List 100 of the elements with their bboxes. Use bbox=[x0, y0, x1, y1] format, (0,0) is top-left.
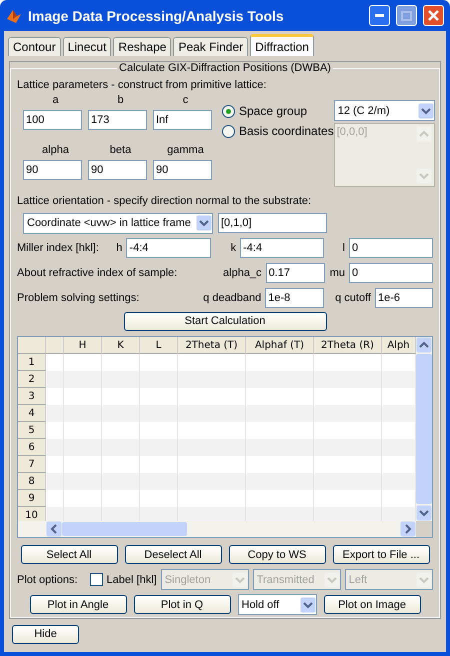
tab[interactable]: Contour bbox=[8, 37, 61, 56]
scrollbar-corner bbox=[416, 521, 432, 537]
radio-button[interactable] bbox=[222, 124, 235, 138]
vertical-scrollbar[interactable] bbox=[416, 337, 432, 521]
table-cell bbox=[140, 473, 178, 490]
table-cell bbox=[246, 371, 314, 388]
table-cell bbox=[102, 405, 140, 422]
param-label: a bbox=[52, 94, 59, 106]
table-cell bbox=[382, 371, 416, 388]
chevron-icon bbox=[324, 572, 340, 588]
row-number: 1 bbox=[18, 354, 46, 371]
orientation-dropdown[interactable]: Coordinate <uvw> in lattice frame bbox=[23, 212, 213, 234]
tab[interactable]: Diffraction bbox=[250, 34, 314, 56]
table-cell bbox=[46, 473, 64, 490]
checkbox[interactable] bbox=[90, 573, 103, 586]
minimize-button[interactable] bbox=[369, 5, 390, 26]
table-cell bbox=[46, 405, 64, 422]
table-cell bbox=[382, 439, 416, 456]
plot-button[interactable]: Plot in Angle bbox=[30, 595, 126, 614]
start-calculation-button[interactable]: Start Calculation bbox=[124, 312, 326, 330]
table-cell bbox=[246, 507, 314, 521]
tab[interactable]: Reshape bbox=[113, 37, 172, 56]
param-label: c bbox=[182, 94, 188, 106]
chevron-icon bbox=[232, 572, 248, 588]
table-cell bbox=[382, 473, 416, 490]
column-header: 2Theta (T) bbox=[178, 337, 246, 354]
row-number: 4 bbox=[18, 405, 46, 422]
hold-dropdown[interactable]: Hold off bbox=[238, 594, 316, 615]
table-cell bbox=[178, 405, 246, 422]
table-cell bbox=[382, 405, 416, 422]
table-cell bbox=[314, 507, 382, 521]
input-field[interactable]: 90 bbox=[88, 160, 147, 180]
chevron-icon bbox=[196, 215, 212, 231]
table-cell bbox=[64, 507, 102, 521]
row-number: 9 bbox=[18, 490, 46, 507]
tab[interactable]: Linecut bbox=[62, 37, 112, 56]
input-field[interactable]: 1e-8 bbox=[265, 288, 324, 308]
input-field[interactable]: 1e-6 bbox=[375, 288, 433, 308]
table-cell bbox=[178, 439, 246, 456]
input-field[interactable]: 90 bbox=[23, 160, 82, 180]
radio-button[interactable] bbox=[222, 104, 235, 118]
table-cell bbox=[246, 439, 314, 456]
table-cell bbox=[140, 507, 178, 521]
input-field[interactable]: -4:4 bbox=[240, 238, 324, 258]
table-cell bbox=[102, 507, 140, 521]
param-label: alpha bbox=[42, 144, 69, 156]
chevron-icon bbox=[416, 505, 432, 521]
section-label: Lattice parameters - construct from primitive lattice: bbox=[17, 79, 266, 91]
table-cell bbox=[140, 405, 178, 422]
input-field[interactable]: 173 bbox=[88, 110, 147, 130]
header-cell bbox=[18, 337, 46, 354]
plot-button[interactable]: Plot on Image bbox=[324, 595, 420, 614]
table-cell bbox=[64, 371, 102, 388]
action-button[interactable]: Export to File ... bbox=[332, 545, 430, 564]
action-button[interactable]: Select All bbox=[20, 545, 118, 564]
row-number: 8 bbox=[18, 473, 46, 490]
space-group-dropdown[interactable]: 12 (C 2/m) bbox=[334, 100, 435, 121]
table-cell bbox=[178, 371, 246, 388]
group-title: Calculate GIX-Diffraction Positions (DWBA) bbox=[118, 62, 332, 74]
scrollbar-thumb[interactable] bbox=[416, 354, 432, 504]
close-button[interactable] bbox=[423, 5, 444, 26]
section-label: Lattice orientation - specify direction normal to the substrate: bbox=[17, 195, 312, 207]
input-field[interactable]: 100 bbox=[23, 110, 82, 130]
column-header: K bbox=[102, 337, 140, 354]
maximize-button[interactable] bbox=[396, 5, 417, 26]
field-label: k bbox=[230, 242, 236, 254]
field-label: alpha_c bbox=[223, 266, 262, 278]
hide-button[interactable]: Hide bbox=[12, 624, 79, 644]
section-label: About refractive index of sample: bbox=[17, 266, 177, 278]
action-button[interactable]: Copy to WS bbox=[228, 545, 326, 564]
chevron-icon bbox=[300, 596, 316, 612]
input-field[interactable]: 0 bbox=[349, 238, 433, 258]
horizontal-scrollbar[interactable] bbox=[18, 521, 416, 537]
input-field[interactable]: 0.17 bbox=[266, 262, 325, 282]
scrollbar-thumb[interactable] bbox=[62, 522, 187, 536]
input-field[interactable]: -4:4 bbox=[126, 238, 212, 258]
input-field[interactable]: [0,1,0] bbox=[218, 213, 327, 233]
tab[interactable]: Peak Finder bbox=[173, 37, 248, 56]
input-field[interactable]: Inf bbox=[153, 110, 212, 130]
row-number: 2 bbox=[18, 371, 46, 388]
column-header: Alphaf (T) bbox=[246, 337, 314, 354]
param-label: beta bbox=[110, 144, 132, 156]
row-number: 10 bbox=[18, 507, 46, 521]
close-icon bbox=[428, 10, 439, 21]
app-logo-icon bbox=[6, 8, 22, 24]
minimize-icon bbox=[375, 14, 384, 17]
section-label: Problem solving settings: bbox=[17, 292, 140, 304]
plot-button[interactable]: Plot in Q bbox=[134, 595, 230, 614]
table-cell bbox=[178, 507, 246, 521]
chevron-icon bbox=[416, 168, 432, 184]
window-title: Image Data Processing/Analysis Tools bbox=[28, 8, 285, 24]
action-button[interactable]: Deselect All bbox=[124, 545, 222, 564]
chevron-icon bbox=[416, 572, 432, 588]
input-field[interactable]: 90 bbox=[153, 160, 212, 180]
checkbox-label: Label [hkl] bbox=[106, 574, 157, 586]
input-field[interactable]: 0 bbox=[349, 262, 433, 282]
table-cell bbox=[140, 371, 178, 388]
field-label: q deadband bbox=[203, 292, 262, 304]
table-cell bbox=[46, 371, 64, 388]
column-header: L bbox=[140, 337, 178, 354]
